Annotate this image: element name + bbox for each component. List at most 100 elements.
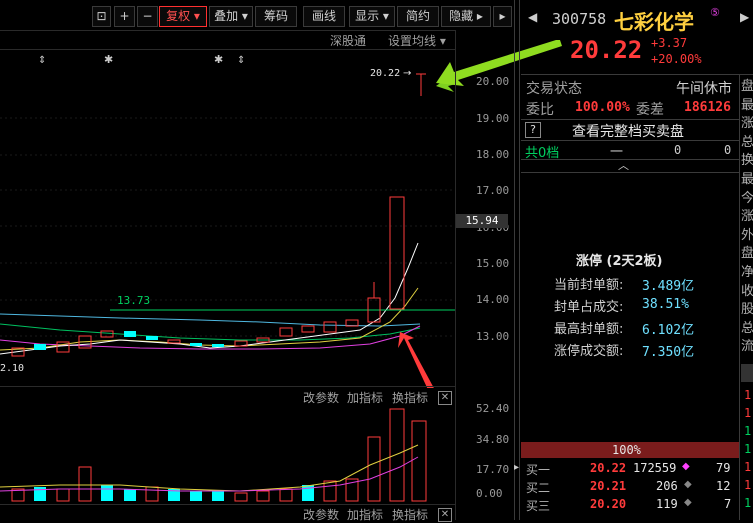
prev-stock-icon[interactable]: ◀	[528, 10, 537, 24]
axis-divider	[455, 30, 456, 520]
volume-axis-label: 17.70	[476, 463, 510, 476]
chart-header-bar	[0, 30, 455, 50]
bid-price: 20.22	[590, 461, 627, 475]
vol-ma-magenta	[0, 456, 419, 492]
diff-value: 186126	[684, 100, 731, 115]
change-params-button[interactable]: 改参数	[303, 389, 339, 406]
full-book-button[interactable]: 查看完整档买卖盘	[572, 121, 684, 141]
high-price-annotation: 20.22	[370, 68, 400, 79]
ma-value-label: 13.73	[117, 294, 150, 307]
volume-axis-label: 0.00	[476, 487, 503, 500]
switch-indicator-button-2[interactable]: 换指标	[392, 506, 428, 523]
red-arrow	[398, 332, 434, 388]
strength-value: 100%	[612, 443, 641, 457]
side-panel-column: 盘最涨 总换最 今涨外 盘净收 股总流	[741, 79, 753, 355]
bid-label: 买二	[526, 481, 551, 495]
collapse-row[interactable]	[521, 159, 739, 173]
xianshi-dropdown[interactable]: 显示 ▾	[349, 6, 395, 27]
huaxian-button[interactable]: 画线	[303, 6, 345, 27]
draw-tool-button[interactable]: ⊡	[92, 6, 111, 27]
volume-axis-label: 34.80	[476, 433, 510, 446]
zoom-in-button[interactable]: +	[114, 6, 135, 27]
current-price: 20.22	[570, 36, 643, 64]
bid-volume: 172559	[633, 461, 677, 475]
event-marker[interactable]: ✱	[214, 53, 223, 66]
sub-chart-separator-2	[0, 504, 455, 505]
price-change-pct: +20.00%	[651, 52, 702, 66]
current-price-tag: 15.94	[456, 214, 508, 228]
volume-axis-label: 52.40	[476, 402, 510, 415]
bid-marker-icon: ◆	[684, 479, 692, 490]
jianyue-button[interactable]: 简约	[397, 6, 439, 27]
limit-up-label: 涨停成交额:	[554, 344, 624, 359]
zoom-out-button[interactable]: −	[137, 6, 158, 27]
bid-price: 20.21	[590, 479, 627, 493]
panel-divider	[514, 0, 515, 520]
shengutong-link[interactable]: 深股通	[330, 32, 366, 49]
candle	[301, 325, 315, 333]
price-axis-label: 15.00	[476, 257, 510, 270]
limit-up-title: 涨停 (2天2板)	[576, 254, 663, 269]
total-level-v2: 0	[724, 143, 732, 157]
close-indicator-icon[interactable]: ✕	[438, 391, 452, 405]
fuquan-dropdown[interactable]: 复权 ▾	[159, 6, 207, 27]
event-marker[interactable]: ⇕	[38, 55, 46, 66]
next-stock-icon[interactable]: ▶	[740, 10, 749, 24]
side-panel-numbers: 111 1111	[744, 388, 752, 510]
help-icon[interactable]: ?	[525, 122, 541, 138]
bid-count: 79	[716, 461, 731, 475]
event-marker[interactable]: ⇕	[237, 55, 245, 66]
diff-label: 委差	[636, 102, 664, 118]
bid-marker-icon: ◆	[682, 461, 690, 472]
chouma-button[interactable]: 筹码	[255, 6, 297, 27]
limit-up-value: 6.102亿	[642, 323, 695, 338]
panel-toggle-icon[interactable]: ▸	[514, 462, 519, 473]
candle	[323, 321, 337, 333]
expand-button[interactable]: ▸	[493, 6, 512, 27]
side-panel-tab[interactable]	[741, 364, 753, 382]
ratio-label: 委比	[526, 102, 554, 118]
status-label: 交易状态	[526, 81, 582, 97]
add-indicator-button[interactable]: 加指标	[347, 389, 383, 406]
limit-up-value: 38.51%	[642, 297, 689, 312]
chevron-up-icon[interactable]: ︿	[618, 157, 629, 173]
limit-up-label: 最高封单额:	[554, 322, 624, 337]
price-axis-label: 14.00	[476, 293, 510, 306]
limit-up-value: 7.350亿	[642, 345, 695, 360]
bid-volume: 119	[656, 497, 678, 511]
change-params-button-2[interactable]: 改参数	[303, 506, 339, 523]
kline-chart[interactable]: ⇕ ✱ ✱ ⇕ 20.22 → 13.73 2.10	[0, 48, 455, 388]
side-panel-divider	[739, 74, 740, 520]
stock-name: 七彩化学	[614, 10, 694, 34]
right-panel-top-border	[521, 74, 753, 75]
price-axis-label: 20.00	[476, 75, 510, 88]
yincang-button[interactable]: 隐藏 ▸	[441, 6, 491, 27]
sub-chart-separator	[0, 386, 455, 387]
total-level-v1: 0	[674, 143, 682, 157]
margin-badge-icon: ⑤	[710, 6, 720, 19]
bid-volume: 206	[656, 479, 678, 493]
limit-up-label: 封单占成交:	[554, 300, 624, 315]
diejia-dropdown[interactable]: 叠加 ▾	[209, 6, 253, 27]
bid-label: 买一	[526, 463, 551, 477]
svg-text:→: →	[403, 68, 411, 79]
add-indicator-button-2[interactable]: 加指标	[347, 506, 383, 523]
panel-divider-2	[519, 0, 520, 520]
switch-indicator-button[interactable]: 换指标	[392, 389, 428, 406]
candle	[279, 327, 293, 337]
event-marker[interactable]: ✱	[104, 53, 113, 66]
volume-chart[interactable]	[0, 405, 455, 505]
stock-code: 300758	[552, 10, 607, 28]
bid-label: 买三	[526, 499, 551, 513]
limit-up-value: 3.489亿	[642, 279, 695, 294]
candle	[124, 331, 136, 337]
bid-marker-icon: ◆	[684, 497, 692, 508]
status-value: 午间休市	[676, 81, 732, 97]
limit-up-label: 当前封单额:	[554, 278, 624, 293]
price-axis-label: 17.00	[476, 184, 510, 197]
candle	[146, 336, 158, 340]
price-axis-label: 18.00	[476, 148, 510, 161]
ratio-value: 100.00%	[575, 100, 630, 115]
bid-price: 20.20	[590, 497, 627, 511]
bid-count: 12	[716, 479, 731, 493]
